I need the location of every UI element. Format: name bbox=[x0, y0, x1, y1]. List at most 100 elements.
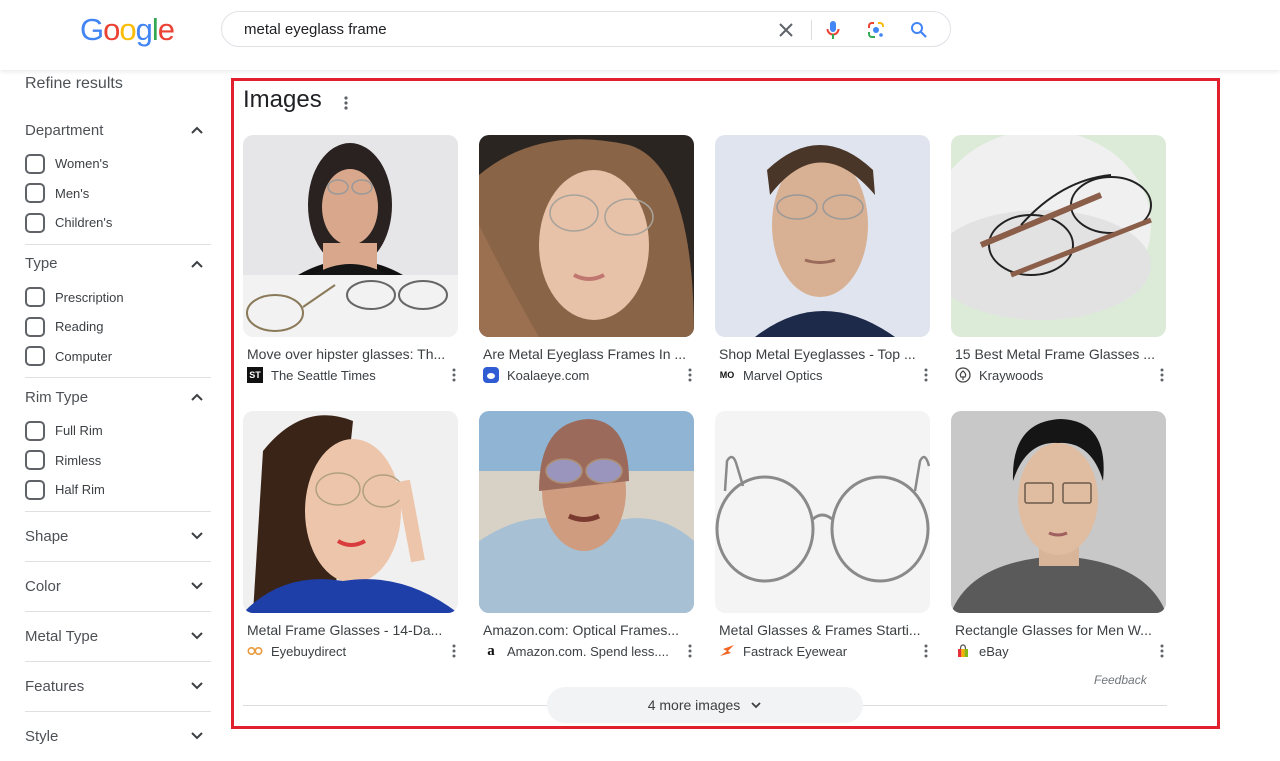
facet-option[interactable]: Full Rim bbox=[25, 416, 211, 446]
checkbox[interactable] bbox=[25, 346, 45, 367]
chevron-down-icon[interactable] bbox=[187, 726, 207, 746]
result-title[interactable]: Are Metal Eyeglass Frames In ... bbox=[479, 346, 695, 362]
facet-features: Features bbox=[25, 662, 211, 712]
facet-label: Department bbox=[25, 121, 104, 139]
facet-header[interactable]: Shape bbox=[25, 512, 211, 561]
fastrack-icon bbox=[719, 643, 735, 659]
chevron-up-icon[interactable] bbox=[187, 387, 207, 407]
image-result[interactable]: Metal Frame Glasses - 14-Da... Eyebuydir… bbox=[243, 411, 459, 659]
microphone-icon[interactable] bbox=[822, 19, 844, 41]
chevron-down-icon[interactable] bbox=[187, 676, 207, 696]
seattle-times-icon: ST bbox=[247, 367, 263, 383]
option-label: Men's bbox=[55, 185, 90, 201]
facet-option[interactable]: Women's bbox=[25, 149, 211, 179]
result-title[interactable]: Rectangle Glasses for Men W... bbox=[951, 622, 1167, 638]
image-result[interactable]: 15 Best Metal Frame Glasses ... Kraywood… bbox=[951, 135, 1167, 383]
chevron-down-icon[interactable] bbox=[187, 526, 207, 546]
result-source[interactable]: a Amazon.com. Spend less.... bbox=[479, 643, 695, 659]
facet-option[interactable]: Men's bbox=[25, 179, 211, 209]
facet-header[interactable]: Color bbox=[25, 562, 211, 611]
result-title[interactable]: 15 Best Metal Frame Glasses ... bbox=[951, 346, 1167, 362]
result-menu-icon[interactable] bbox=[685, 367, 695, 383]
result-thumbnail[interactable] bbox=[479, 411, 694, 613]
facet-header[interactable]: Style bbox=[25, 712, 211, 761]
more-images-button[interactable]: 4 more images bbox=[547, 687, 863, 723]
result-thumbnail[interactable] bbox=[479, 135, 694, 337]
checkbox[interactable] bbox=[25, 479, 45, 500]
result-source[interactable]: Fastrack Eyewear bbox=[715, 643, 931, 659]
result-thumbnail[interactable] bbox=[715, 411, 930, 613]
option-label: Children's bbox=[55, 215, 113, 231]
facet-option[interactable]: Rimless bbox=[25, 446, 211, 476]
facet-option[interactable]: Half Rim bbox=[25, 475, 211, 505]
image-result[interactable]: Amazon.com: Optical Frames... a Amazon.c… bbox=[479, 411, 695, 659]
feedback-link[interactable]: Feedback bbox=[1094, 673, 1147, 687]
search-input[interactable]: metal eyeglass frame bbox=[244, 21, 387, 38]
result-menu-icon[interactable] bbox=[449, 367, 459, 383]
image-result[interactable]: Shop Metal Eyeglasses - Top ... MO Marve… bbox=[715, 135, 931, 383]
result-thumbnail[interactable] bbox=[951, 135, 1166, 337]
result-menu-icon[interactable] bbox=[921, 367, 931, 383]
result-thumbnail[interactable] bbox=[715, 135, 930, 337]
chevron-up-icon[interactable] bbox=[187, 254, 207, 274]
chevron-up-icon[interactable] bbox=[187, 120, 207, 140]
result-menu-icon[interactable] bbox=[449, 643, 459, 659]
search-box[interactable]: metal eyeglass frame bbox=[221, 11, 951, 47]
chevron-down-icon[interactable] bbox=[187, 626, 207, 646]
option-label: Reading bbox=[55, 319, 104, 335]
result-menu-icon[interactable] bbox=[685, 643, 695, 659]
result-menu-icon[interactable] bbox=[1157, 643, 1167, 659]
marvel-optics-icon: MO bbox=[719, 370, 735, 380]
facet-option[interactable]: Reading bbox=[25, 312, 211, 342]
result-thumbnail[interactable] bbox=[243, 411, 458, 613]
result-source[interactable]: Koalaeye.com bbox=[479, 367, 695, 383]
logo-letter: e bbox=[157, 12, 175, 47]
kraywoods-icon bbox=[955, 367, 971, 383]
checkbox[interactable] bbox=[25, 450, 45, 471]
checkbox[interactable] bbox=[25, 153, 45, 174]
checkbox[interactable] bbox=[25, 287, 45, 308]
clear-icon[interactable] bbox=[775, 19, 797, 41]
result-thumbnail[interactable] bbox=[951, 411, 1166, 613]
image-result[interactable]: Are Metal Eyeglass Frames In ... Koalaey… bbox=[479, 135, 695, 383]
image-result[interactable]: Move over hipster glasses: Th... ST The … bbox=[243, 135, 459, 383]
result-menu-icon[interactable] bbox=[921, 643, 931, 659]
result-source[interactable]: MO Marvel Optics bbox=[715, 367, 931, 383]
result-source[interactable]: ST The Seattle Times bbox=[243, 367, 459, 383]
google-logo[interactable]: Google bbox=[80, 12, 175, 48]
result-source[interactable]: Eyebuydirect bbox=[243, 643, 459, 659]
result-title[interactable]: Metal Glasses & Frames Starti... bbox=[715, 622, 931, 638]
result-title[interactable]: Move over hipster glasses: Th... bbox=[243, 346, 459, 362]
facet-header[interactable]: Metal Type bbox=[25, 612, 211, 661]
result-source[interactable]: eBay bbox=[951, 643, 1167, 659]
option-label: Full Rim bbox=[55, 423, 103, 439]
checkbox[interactable] bbox=[25, 420, 45, 441]
result-menu-icon[interactable] bbox=[1157, 367, 1167, 383]
result-thumbnail[interactable] bbox=[243, 135, 458, 337]
source-name: Marvel Optics bbox=[743, 367, 823, 383]
checkbox[interactable] bbox=[25, 316, 45, 337]
facet-header[interactable]: Features bbox=[25, 662, 211, 711]
facet-option[interactable]: Prescription bbox=[25, 283, 211, 313]
image-result[interactable]: Metal Glasses & Frames Starti... Fastrac… bbox=[715, 411, 931, 659]
result-source[interactable]: Kraywoods bbox=[951, 367, 1167, 383]
logo-letter: G bbox=[80, 12, 104, 47]
search-icon[interactable] bbox=[908, 19, 930, 41]
result-title[interactable]: Shop Metal Eyeglasses - Top ... bbox=[715, 346, 931, 362]
facet-option[interactable]: Computer bbox=[25, 342, 211, 372]
facet-header[interactable]: Type bbox=[25, 245, 211, 283]
more-options-icon[interactable] bbox=[339, 93, 353, 113]
result-title[interactable]: Metal Frame Glasses - 14-Da... bbox=[243, 622, 459, 638]
result-title[interactable]: Amazon.com: Optical Frames... bbox=[479, 622, 695, 638]
facet-option[interactable]: Children's bbox=[25, 208, 211, 238]
image-result[interactable]: Rectangle Glasses for Men W... eBay bbox=[951, 411, 1167, 659]
checkbox[interactable] bbox=[25, 212, 45, 233]
checkbox[interactable] bbox=[25, 183, 45, 204]
refine-sidebar: Refine results Department Women's Men's … bbox=[25, 72, 211, 761]
option-label: Half Rim bbox=[55, 482, 105, 498]
google-lens-icon[interactable] bbox=[865, 19, 887, 41]
chevron-down-icon[interactable] bbox=[187, 576, 207, 596]
facet-header[interactable]: Department bbox=[25, 111, 211, 149]
option-label: Women's bbox=[55, 156, 109, 172]
facet-header[interactable]: Rim Type bbox=[25, 378, 211, 416]
